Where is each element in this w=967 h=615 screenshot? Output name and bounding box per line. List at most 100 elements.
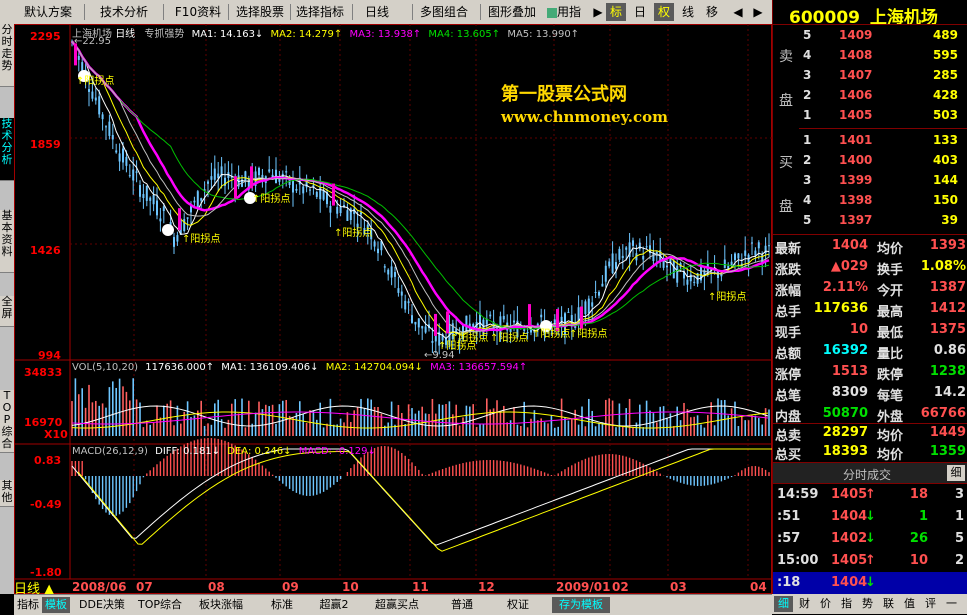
bottom-tab-warrant[interactable]: 权证 xyxy=(498,597,538,613)
bottom-tab-sector[interactable]: 板块涨幅 xyxy=(192,597,250,613)
signal-bar xyxy=(250,166,253,189)
tick-row[interactable]: :57 1402 ↓ 26 5 xyxy=(773,528,967,550)
quote-stat-cell: 内盘 xyxy=(775,410,802,425)
candle-body xyxy=(584,301,587,315)
sell-order-2[interactable]: 2 1406 428 xyxy=(799,86,967,106)
candle-body xyxy=(88,89,90,92)
date-tick: 2009/01 xyxy=(556,580,611,594)
toolbar-daily-button[interactable]: 日线 xyxy=(362,3,392,21)
price-axis-2: 1859 xyxy=(30,138,61,151)
bottom-tab-indicator[interactable]: 指标 xyxy=(14,597,42,613)
candle-body xyxy=(152,195,155,205)
left-tab-bar: 分时走势 技术分析 基本资料 全屏 TOP综合 其他 xyxy=(0,24,14,594)
bottom-tab-standard[interactable]: 标准 xyxy=(262,597,302,613)
toolbar-toggle-rights[interactable]: 权 xyxy=(654,3,674,21)
tab-top-composite[interactable]: TOP综合 xyxy=(0,390,14,453)
bottom-tab-dde[interactable]: DDE决策 xyxy=(76,597,128,613)
buy-order-5[interactable]: 5 1397 39 xyxy=(799,211,967,231)
order-cell: 4 xyxy=(803,48,812,62)
tick-row[interactable]: 14:59 1405 ↑ 18 3 xyxy=(773,484,967,506)
toolbar-select-stock-button[interactable]: 选择股票 xyxy=(234,3,286,21)
quote-tab-5[interactable]: 联 xyxy=(879,596,898,612)
tab-basic-info[interactable]: 基本资料 xyxy=(0,210,14,273)
quote-stat-cell: 总笔 xyxy=(775,389,802,404)
toolbar-toggle-move[interactable]: 移 xyxy=(702,3,722,21)
candle-body xyxy=(322,190,325,200)
order-cell: 1407 xyxy=(839,68,873,82)
candle-body xyxy=(196,191,199,209)
bottom-tab-top[interactable]: TOP综合 xyxy=(134,597,186,613)
quote-tab-4[interactable]: 势 xyxy=(858,596,877,612)
candle-body xyxy=(567,311,570,313)
sell-order-5[interactable]: 5 1409 489 xyxy=(799,26,967,46)
candle-body xyxy=(346,210,349,221)
quote-tab-1[interactable]: 财 xyxy=(795,596,814,612)
bottom-tab-save-template[interactable]: 存为模板 xyxy=(552,597,610,613)
buy-order-3[interactable]: 3 1399 144 xyxy=(799,171,967,191)
volume-ma2: MA2: 142704.094↓ xyxy=(325,362,423,373)
toolbar-use-indicator-button[interactable]: 用指 xyxy=(540,3,588,21)
candle-body xyxy=(744,250,747,256)
bottom-tab-buypoint[interactable]: 超赢买点 xyxy=(368,597,426,613)
quote-tab-2[interactable]: 价 xyxy=(816,596,835,612)
tick-row[interactable]: 15:00 1405 ↑ 10 2 xyxy=(773,550,967,572)
toolbar-tech-analysis-button[interactable]: 技术分析 xyxy=(92,3,156,21)
ma-lines-group xyxy=(71,40,770,340)
sell-label-top: 卖 xyxy=(779,49,793,65)
bottom-tab-normal[interactable]: 普通 xyxy=(442,597,482,613)
buy-order-4[interactable]: 4 1398 150 xyxy=(799,191,967,211)
candle-body xyxy=(693,281,696,283)
signal-bar xyxy=(528,304,531,327)
order-cell: 1397 xyxy=(839,213,873,227)
quote-tab-8[interactable]: 一 xyxy=(942,596,961,612)
quote-total-cell: 18393 xyxy=(822,444,868,459)
volume-axis-unit: X10 xyxy=(44,428,68,441)
sell-order-4[interactable]: 4 1408 595 xyxy=(799,46,967,66)
buy-order-1[interactable]: 1 1401 133 xyxy=(799,131,967,151)
candle-body xyxy=(101,114,104,120)
period-button[interactable]: 日线 ▲ xyxy=(14,578,70,597)
tab-other[interactable]: 其他 xyxy=(0,480,14,507)
tab-intraday[interactable]: 分时走势 xyxy=(0,24,14,87)
quote-tab-3[interactable]: 指 xyxy=(837,596,856,612)
order-cell: 285 xyxy=(932,68,958,82)
toolbar-f10-button[interactable]: F10资料 xyxy=(170,3,226,21)
quote-tab-0[interactable]: 细 xyxy=(774,596,793,612)
quote-tab-6[interactable]: 值 xyxy=(900,596,919,612)
toolbar-select-indicator-button[interactable]: 选择指标 xyxy=(294,3,346,21)
bottom-tab-template[interactable]: 模板 xyxy=(42,597,70,613)
tab-fullscreen[interactable]: 全屏 xyxy=(0,296,14,327)
toolbar-overlay-button[interactable]: 图形叠加 xyxy=(486,3,538,21)
tab-tech-analysis[interactable]: 技术分析 xyxy=(0,118,14,181)
quote-tab-7[interactable]: 评 xyxy=(921,596,940,612)
chart-area[interactable]: 上海机场 日线 专抓强势 MA1: 14.163↓ MA2: 14.279↑ M… xyxy=(14,24,772,597)
toolbar-toggle-line[interactable]: 线 xyxy=(678,3,698,21)
sell-order-1[interactable]: 1 1405 503 xyxy=(799,106,967,126)
signal-bar xyxy=(434,313,437,336)
candle-body xyxy=(553,319,556,323)
play-icon[interactable]: ▶ xyxy=(588,3,608,21)
quote-stat-cell: 每笔 xyxy=(877,389,904,404)
toolbar-toggle-mark[interactable]: 标 xyxy=(606,3,626,21)
bottom-tab-chaoying2[interactable]: 超赢2 xyxy=(314,597,354,613)
ticks-detail-button[interactable]: 细 xyxy=(947,465,965,481)
toolbar-toggle-day[interactable]: 日 xyxy=(630,3,650,21)
toolbar-default-scheme-button[interactable]: 默认方案 xyxy=(18,3,78,21)
tick-row[interactable]: :18 1404 ↓ xyxy=(773,572,967,594)
quote-stat-cell: 1.08% xyxy=(920,259,966,274)
candle-body xyxy=(125,157,128,166)
quote-stat-cell: 跌停 xyxy=(877,368,904,383)
arrow-left-icon[interactable]: ◀ xyxy=(728,3,748,21)
main-toolbar: 默认方案 技术分析 F10资料 选择股票 选择指标 日线 多图组合 图形叠加 用… xyxy=(0,0,772,25)
arrow-right-icon[interactable]: ▶ xyxy=(748,3,768,21)
order-cell: 3 xyxy=(803,173,812,187)
quote-stat-cell: 1404 xyxy=(831,238,868,253)
buy-order-2[interactable]: 2 1400 403 xyxy=(799,151,967,171)
candle-body xyxy=(608,261,611,267)
tick-row[interactable]: :51 1404 ↓ 1 1 xyxy=(773,506,967,528)
sell-order-3[interactable]: 3 1407 285 xyxy=(799,66,967,86)
quote-stat-row: 涨跌 ▲029 换手 1.08% xyxy=(773,257,967,278)
toolbar-multi-chart-button[interactable]: 多图组合 xyxy=(418,3,470,21)
ma1-label: MA1: 14.163↓ xyxy=(191,29,264,40)
candle-body xyxy=(128,175,131,177)
